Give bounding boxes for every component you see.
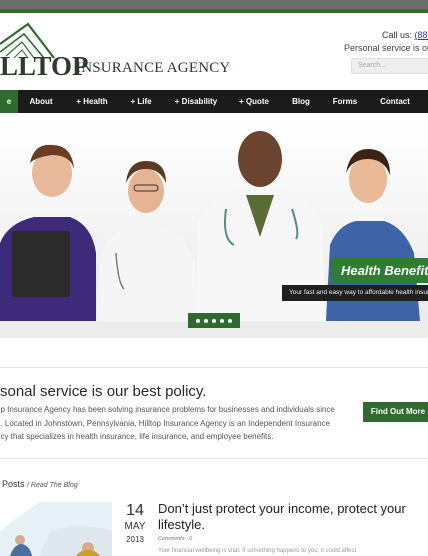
header-slogan: Personal service is our be <box>344 43 428 53</box>
call-label: Call us: <box>382 30 413 40</box>
family-photo <box>0 502 112 556</box>
posts-title: Posts <box>2 479 25 489</box>
about-text: op Insurance Agency has been solving ins… <box>0 403 360 444</box>
nav-item-home[interactable]: e <box>0 90 18 113</box>
post-date: 14 MAY 2013 <box>118 502 152 546</box>
post-title-link[interactable]: Don’t just protect your income, protect … <box>158 501 428 533</box>
main-nav: e About + Health + Life + Disability + Q… <box>0 90 428 113</box>
read-blog-link[interactable]: / Read The Blog <box>27 482 78 489</box>
about-line: 2. Located in Johnstown, Pennsylvania, H… <box>0 418 330 428</box>
posts-heading: Posts / Read The Blog <box>2 479 78 489</box>
search-input[interactable]: Search... <box>351 58 428 74</box>
slider-dot[interactable] <box>204 318 208 323</box>
nav-item-life[interactable]: + Life <box>126 90 156 113</box>
slider-dot[interactable] <box>212 318 216 323</box>
logo-tagline: INSURANCE AGENCY <box>76 60 231 76</box>
nav-item-health[interactable]: + Health <box>72 90 112 113</box>
nav-item-contact[interactable]: Contact <box>378 90 412 113</box>
find-out-more-button[interactable]: Find Out More <box>363 402 428 422</box>
nav-item-quote[interactable]: + Quote <box>235 90 273 113</box>
post-month: MAY <box>124 521 146 532</box>
phone-link[interactable]: (888) 4 <box>415 30 428 40</box>
slider-pagination <box>188 313 240 328</box>
about-line: op Insurance Agency has been solving ins… <box>0 405 335 414</box>
nav-item-forms[interactable]: Forms <box>330 90 360 113</box>
top-accent-line <box>0 9 428 13</box>
post-excerpt: Your financial wellbeing is vital. If so… <box>158 548 357 554</box>
call-us: Call us: (888) 4 <box>382 30 428 40</box>
post-comments[interactable]: Comments : 0 <box>158 536 192 542</box>
section-divider <box>0 458 428 459</box>
nav-item-disability[interactable]: + Disability <box>170 90 222 113</box>
doctors-photo <box>0 113 428 338</box>
nav-item-blog[interactable]: Blog <box>288 90 314 113</box>
about-line: ncy that specializes in health insurance… <box>0 432 274 441</box>
post-thumbnail[interactable] <box>0 502 112 556</box>
slider-dot[interactable] <box>228 318 232 323</box>
slider-dot[interactable] <box>196 318 200 323</box>
section-divider <box>0 367 428 368</box>
hero-slider[interactable] <box>0 113 428 338</box>
nav-item-about[interactable]: About <box>23 90 59 113</box>
post-year: 2013 <box>126 535 144 544</box>
top-bar <box>0 0 428 9</box>
post-day: 14 <box>126 502 144 519</box>
slider-dot[interactable] <box>220 318 224 323</box>
slide-banner-subtitle: Your fast and easy way to affordable hea… <box>282 285 428 301</box>
policy-heading: rsonal service is our best policy. <box>0 383 207 400</box>
slide-banner-title: Health Benefit <box>331 258 428 283</box>
